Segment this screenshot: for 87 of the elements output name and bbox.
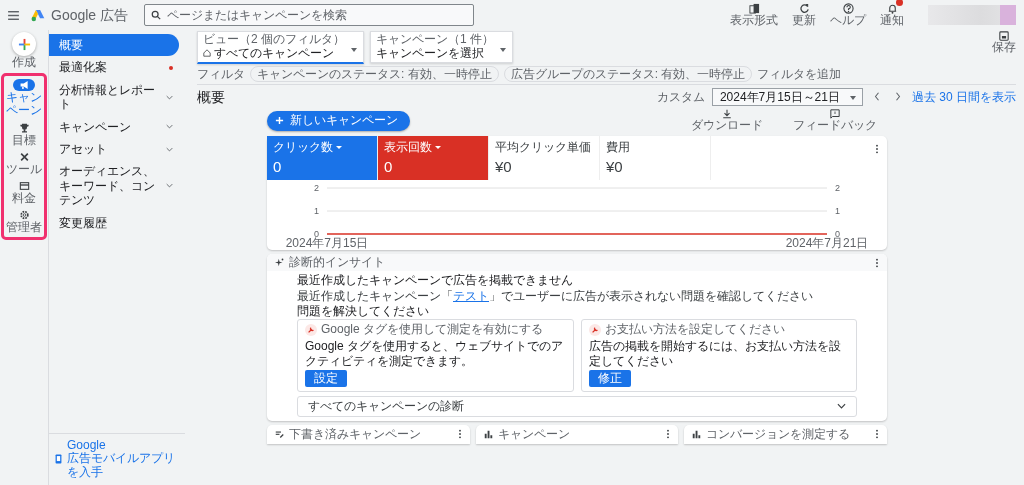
- more-icon[interactable]: [875, 144, 879, 155]
- rail-item[interactable]: ツール: [4, 150, 44, 176]
- feedback-icon: [830, 108, 840, 119]
- more-icon[interactable]: [666, 429, 671, 439]
- home-icon: [203, 49, 211, 58]
- page-title: 概要: [197, 88, 225, 106]
- save-icon: [999, 31, 1009, 41]
- action-button[interactable]: 設定: [305, 370, 347, 387]
- recommendation-title: お支払い方法を設定してください: [604, 323, 785, 338]
- card-title: 診断的インサイト: [289, 255, 385, 270]
- insight-prompt: 問題を解決してください: [297, 303, 430, 319]
- toolbar-action[interactable]: 更新: [792, 2, 816, 28]
- view-dropdown[interactable]: ビュー（2 個のフィルタ） すべてのキャンペーン: [197, 31, 364, 64]
- mobile-app-link[interactable]: Google 広告モバイルアプリを入手: [49, 432, 185, 485]
- recommendation-text: Google タグを使用すると、ウェブサイトでのアクティビティを測定できます。: [305, 339, 565, 369]
- search-icon: [151, 10, 162, 20]
- recommendation-text: 広告の掲載を開始するには、お支払い方法を設定してください: [588, 339, 842, 369]
- save-button[interactable]: 保存: [992, 31, 1016, 55]
- campaign-link[interactable]: テスト: [453, 288, 489, 303]
- date-range-dropdown[interactable]: 2024年7月15日～21日: [711, 87, 863, 107]
- plus-icon: [17, 37, 31, 51]
- app-name: Google 広告: [51, 6, 129, 24]
- rail-item[interactable]: 目標: [4, 121, 44, 147]
- more-icon[interactable]: [457, 429, 462, 439]
- date-range-label: カスタム: [656, 89, 705, 105]
- next-icon[interactable]: [895, 92, 901, 102]
- bar-chart-icon: [692, 429, 702, 439]
- sidebar-item[interactable]: キャンペーン: [49, 115, 179, 138]
- insight-heading: 最近作成したキャンペーンで広告を掲載できません: [297, 273, 574, 288]
- compare-link[interactable]: 過去 30 日間を表示: [912, 89, 1016, 105]
- menu-icon[interactable]: [8, 10, 19, 20]
- rail-item[interactable]: キャンペーン: [4, 79, 44, 118]
- recommendation-title: Google タグを使用して測定を有効にする: [321, 323, 544, 338]
- metric-tile[interactable]: 表示回数 0: [378, 136, 489, 181]
- insight-message: 最近作成したキャンペーン「テスト」でユーザーに広告が表示されない問題を確認してください: [297, 288, 814, 303]
- settings-icon: [18, 210, 30, 221]
- search-field[interactable]: ページまたはキャンペーンを検索: [144, 4, 475, 26]
- draft-icon: [275, 429, 284, 439]
- toolbar-action[interactable]: 通知: [880, 2, 904, 28]
- sidebar-item[interactable]: 変更履歴: [49, 211, 179, 234]
- rail-item[interactable]: 料金: [4, 179, 44, 206]
- toolbar-action[interactable]: ヘルプ: [830, 2, 866, 28]
- x-tick-label: 2024年7月15日: [285, 236, 369, 251]
- metric-tile[interactable]: クリック数 0: [267, 136, 378, 181]
- help-icon: [842, 2, 854, 14]
- more-icon[interactable]: [875, 257, 879, 268]
- metric-tile[interactable]: 平均クリック単価 ¥0: [489, 136, 600, 181]
- create-label: 作成: [11, 56, 37, 70]
- y-tick-label: 2: [835, 183, 840, 194]
- y-tick-label: 2: [314, 183, 319, 194]
- sidebar-item[interactable]: アセット: [49, 137, 179, 161]
- logo-icon: [31, 8, 45, 22]
- phone-icon: [55, 454, 62, 465]
- card-title: キャンペーン: [497, 426, 570, 442]
- metric-tile[interactable]: 費用 ¥0: [600, 136, 711, 181]
- trophy-icon: [18, 122, 30, 133]
- create-button[interactable]: [12, 32, 36, 56]
- more-icon[interactable]: [875, 429, 879, 439]
- appearance-icon: [748, 2, 760, 14]
- previous-icon[interactable]: [874, 92, 880, 102]
- toolbar-action[interactable]: フィードバック: [793, 108, 877, 133]
- card-icon: [18, 180, 30, 191]
- chevron-down-icon: [837, 403, 846, 409]
- campaign-dropdown[interactable]: キャンペーン（1 件） キャンペーンを選択: [370, 31, 514, 63]
- y-tick-label: 1: [314, 206, 319, 217]
- add-filter-button[interactable]: フィルタを追加: [757, 66, 842, 81]
- filter-label: フィルタ: [197, 66, 245, 81]
- card-title: 下書き済みキャンペーン: [289, 426, 421, 442]
- download-icon: [722, 108, 732, 119]
- toolbar-action[interactable]: ダウンロード: [691, 108, 763, 133]
- rail-item[interactable]: 管理者: [4, 209, 44, 235]
- toolbar-action[interactable]: 表示形式: [730, 2, 778, 28]
- sparkle-icon: [275, 258, 284, 268]
- sidebar-item[interactable]: 概要: [49, 34, 179, 57]
- card-title: コンバージョンを測定する: [706, 426, 851, 442]
- plus-icon: [275, 116, 284, 126]
- sidebar-item[interactable]: 最適化案: [49, 56, 179, 79]
- refresh-icon: [798, 2, 810, 14]
- bell-icon: [886, 2, 898, 14]
- sidebar-item[interactable]: オーディエンス、キーワード、コンテンツ: [49, 160, 179, 212]
- diagnosis-expander[interactable]: すべてのキャンペーンの診断: [297, 395, 857, 417]
- y-tick-label: 1: [835, 206, 840, 217]
- action-button[interactable]: 修正: [588, 370, 631, 387]
- new-campaign-button[interactable]: 新しいキャンペーン: [267, 110, 410, 131]
- bar-chart-icon: [483, 429, 493, 439]
- sidebar-item[interactable]: 分析情報とレポート: [49, 78, 179, 116]
- megaphone-icon: [18, 80, 30, 91]
